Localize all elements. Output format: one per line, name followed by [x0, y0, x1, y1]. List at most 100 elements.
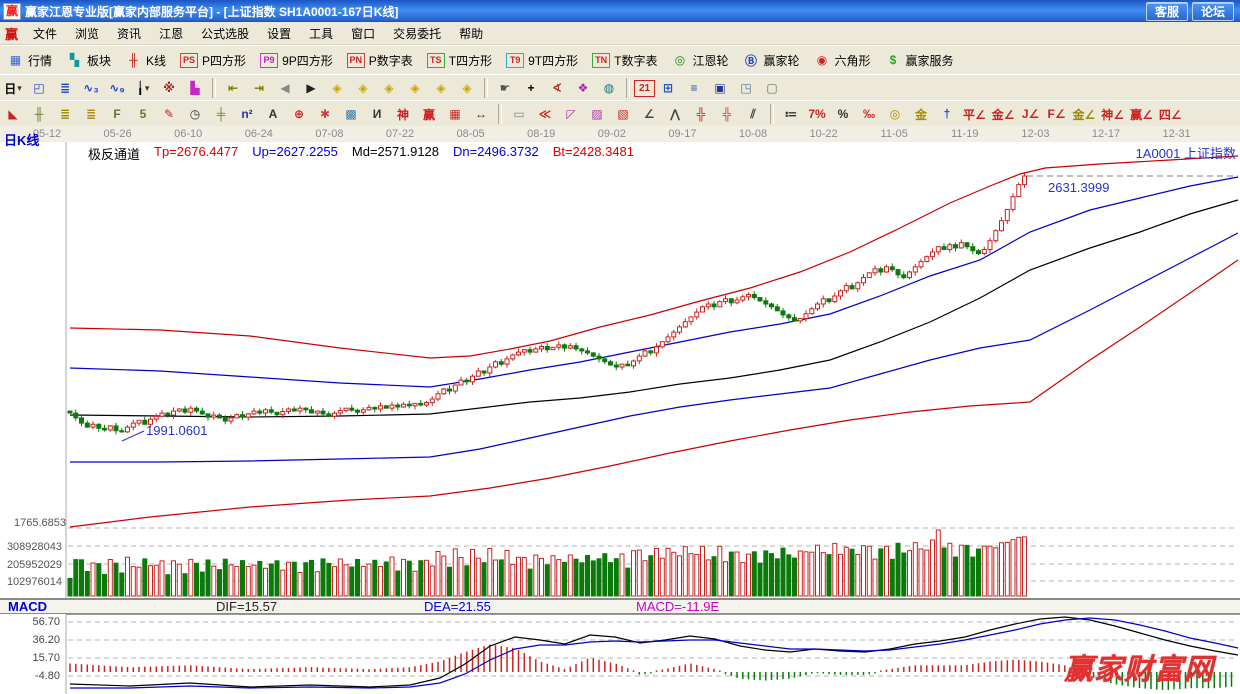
gann-fan-tool[interactable]: ≪	[532, 103, 558, 125]
price-list-tool[interactable]: ≔	[778, 103, 804, 125]
menu-item-5[interactable]: 设置	[258, 22, 300, 44]
p-square-button[interactable]: PSP四方形	[173, 48, 253, 72]
ray-box-tool[interactable]: ▧	[610, 103, 636, 125]
menu-item-9[interactable]: 帮助	[450, 22, 492, 44]
gold-gate-tool[interactable]: ≣	[52, 103, 78, 125]
gold2-angle-tool[interactable]: 金∠	[1070, 103, 1099, 125]
knife-tool[interactable]: ◣	[0, 103, 26, 125]
gann-wheel-button[interactable]: ◎江恩轮	[664, 48, 735, 72]
wave-3-icon[interactable]: ∿₃	[78, 77, 104, 99]
pattern-red-icon[interactable]: ※	[156, 77, 182, 99]
quote-list-icon[interactable]: ≣	[52, 77, 78, 99]
star-web-tool[interactable]: ✱	[312, 103, 338, 125]
angle-line-tool[interactable]: ∠	[636, 103, 662, 125]
last-page-button[interactable]: ⇥	[246, 77, 272, 99]
menu-item-7[interactable]: 窗口	[342, 22, 384, 44]
time-comb-tool[interactable]: ╫	[26, 103, 52, 125]
macd-indicator-name[interactable]: MACD	[0, 599, 216, 614]
sword-tool[interactable]: †	[934, 103, 960, 125]
menu-item-8[interactable]: 交易委托	[384, 22, 450, 44]
menu-item-1[interactable]: 浏览	[66, 22, 108, 44]
comb2-tool[interactable]: ╪	[208, 103, 234, 125]
clock-cycle-tool[interactable]: ◷	[182, 103, 208, 125]
mail-globe-icon[interactable]: ◳	[733, 77, 759, 99]
compress-h-diamond[interactable]: ◈	[402, 77, 428, 99]
f-angle-tool[interactable]: F∠	[1044, 103, 1070, 125]
calendar-icon[interactable]: 21	[634, 80, 655, 97]
width-arrow-tool[interactable]: ↔	[468, 103, 494, 125]
slant-lines-tool[interactable]: ⫽	[740, 103, 766, 125]
p9-square-button[interactable]: P99P四方形	[253, 48, 340, 72]
kline-button[interactable]: ╫K线	[118, 48, 173, 72]
zoom-right-diamond[interactable]: ◈	[350, 77, 376, 99]
kline-period-dropdown[interactable]: 日▾	[0, 77, 26, 99]
winner-service-button[interactable]: $赢家服务	[878, 48, 961, 72]
hexagon-button[interactable]: ◉六角形	[807, 48, 878, 72]
compress-all-diamond[interactable]: ◈	[454, 77, 480, 99]
dense-grid-tool[interactable]: ▦	[442, 103, 468, 125]
compress-v-diamond[interactable]: ◈	[428, 77, 454, 99]
web-grid-tool[interactable]: ▩	[338, 103, 364, 125]
n-square-tool[interactable]: n²	[234, 103, 260, 125]
permille-tool[interactable]: ‰	[856, 103, 882, 125]
percent-tool[interactable]: %	[830, 103, 856, 125]
macd-chart-svg[interactable]	[0, 614, 1240, 694]
menu-item-6[interactable]: 工具	[300, 22, 342, 44]
f-grid-tool[interactable]: F	[104, 103, 130, 125]
sectors-button[interactable]: ▚板块	[59, 48, 118, 72]
t-square-button[interactable]: TST四方形	[420, 48, 499, 72]
box-tool[interactable]: ▭	[506, 103, 532, 125]
flower-tool[interactable]: ❖	[570, 77, 596, 99]
fan-box-tool[interactable]: ▨	[584, 103, 610, 125]
remote-computer-icon[interactable]: ▢	[759, 77, 785, 99]
ping-angle-tool[interactable]: 平∠	[960, 103, 989, 125]
j-angle-tool[interactable]: J∠	[1018, 103, 1044, 125]
menu-item-2[interactable]: 资讯	[108, 22, 150, 44]
main-chart-pane[interactable]: 日K线 极反通道 Tp=2676.4477 Up=2627.2255 Md=25…	[0, 142, 1240, 598]
calculator-icon[interactable]: ⊞	[655, 77, 681, 99]
wave-9-icon[interactable]: ∿₉	[104, 77, 130, 99]
gold-gate2-tool[interactable]: ≣	[78, 103, 104, 125]
ying-tool[interactable]: 赢	[416, 103, 442, 125]
prev-bar-button[interactable]: ◀	[272, 77, 298, 99]
five-spiral-tool[interactable]: 5	[130, 103, 156, 125]
gold-angle-tool[interactable]: 金∠	[989, 103, 1018, 125]
kline-chart-svg[interactable]	[0, 142, 1240, 598]
color-histogram-icon[interactable]: ▙	[182, 77, 208, 99]
shen-tool[interactable]: 神	[390, 103, 416, 125]
quotes-button[interactable]: ▦行情	[0, 48, 59, 72]
candle-style-dropdown[interactable]: ╽▾	[130, 77, 156, 99]
a-line-tool[interactable]: A	[260, 103, 286, 125]
next-bar-button[interactable]: ▶	[298, 77, 324, 99]
v-wave-tool[interactable]: ⋀	[662, 103, 688, 125]
si-angle-tool[interactable]: 四∠	[1156, 103, 1185, 125]
p-number-button[interactable]: PNP数字表	[340, 48, 420, 72]
winner-wheel-button[interactable]: Ⓑ赢家轮	[735, 48, 806, 72]
shen-angle-tool[interactable]: 神∠	[1098, 103, 1127, 125]
pen-tool[interactable]: ✎	[156, 103, 182, 125]
customer-service-button[interactable]: 客服	[1146, 2, 1188, 21]
save-icon[interactable]: ▣	[707, 77, 733, 99]
n-quote-tool[interactable]: И	[364, 103, 390, 125]
notes-icon[interactable]: ≡	[681, 77, 707, 99]
t9-square-button[interactable]: T99T四方形	[499, 48, 585, 72]
ying-angle-tool[interactable]: 赢∠	[1127, 103, 1156, 125]
forum-button[interactable]: 论坛	[1192, 2, 1234, 21]
angle-measure-tool[interactable]: ∢	[544, 77, 570, 99]
expand-h-diamond[interactable]: ◈	[376, 77, 402, 99]
chart-pattern-icon[interactable]: ◰	[26, 77, 52, 99]
menu-item-0[interactable]: 文件	[24, 22, 66, 44]
menu-item-3[interactable]: 江恩	[150, 22, 192, 44]
purple-fan-tool[interactable]: ◸	[558, 103, 584, 125]
red-grid-tool[interactable]: ╬	[688, 103, 714, 125]
red-grid2-tool[interactable]: ╬	[714, 103, 740, 125]
seven-percent-tool[interactable]: 7%	[804, 103, 830, 125]
gold-line-tool[interactable]: 金	[908, 103, 934, 125]
zoom-left-diamond[interactable]: ◈	[324, 77, 350, 99]
compass-tool[interactable]: ⊕	[286, 103, 312, 125]
maze-tool[interactable]: ◍	[596, 77, 622, 99]
first-page-button[interactable]: ⇤	[220, 77, 246, 99]
menu-item-4[interactable]: 公式选股	[192, 22, 258, 44]
macd-chart-pane[interactable]: 56.7036.2015.70-4.80 赢家财富网	[0, 614, 1240, 694]
hand-tool[interactable]: ☛	[492, 77, 518, 99]
